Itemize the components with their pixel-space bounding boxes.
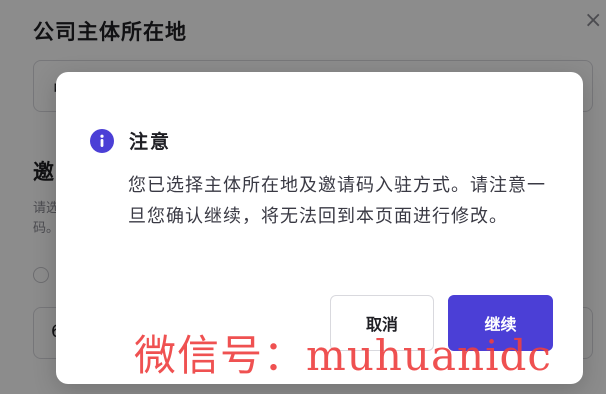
dialog-message: 您已选择主体所在地及邀请码入驻方式。请注意一旦您确认继续，将无法回到本页面进行修…	[128, 175, 546, 227]
page: 公司主体所在地 × 中 邀 请选码。 6 注意 您已选择主体所在地及邀请码入驻方…	[0, 0, 606, 394]
watermark-text: 微信号：muhuanidc	[134, 331, 552, 380]
info-icon	[90, 129, 114, 153]
dialog-title: 注意	[129, 131, 172, 153]
